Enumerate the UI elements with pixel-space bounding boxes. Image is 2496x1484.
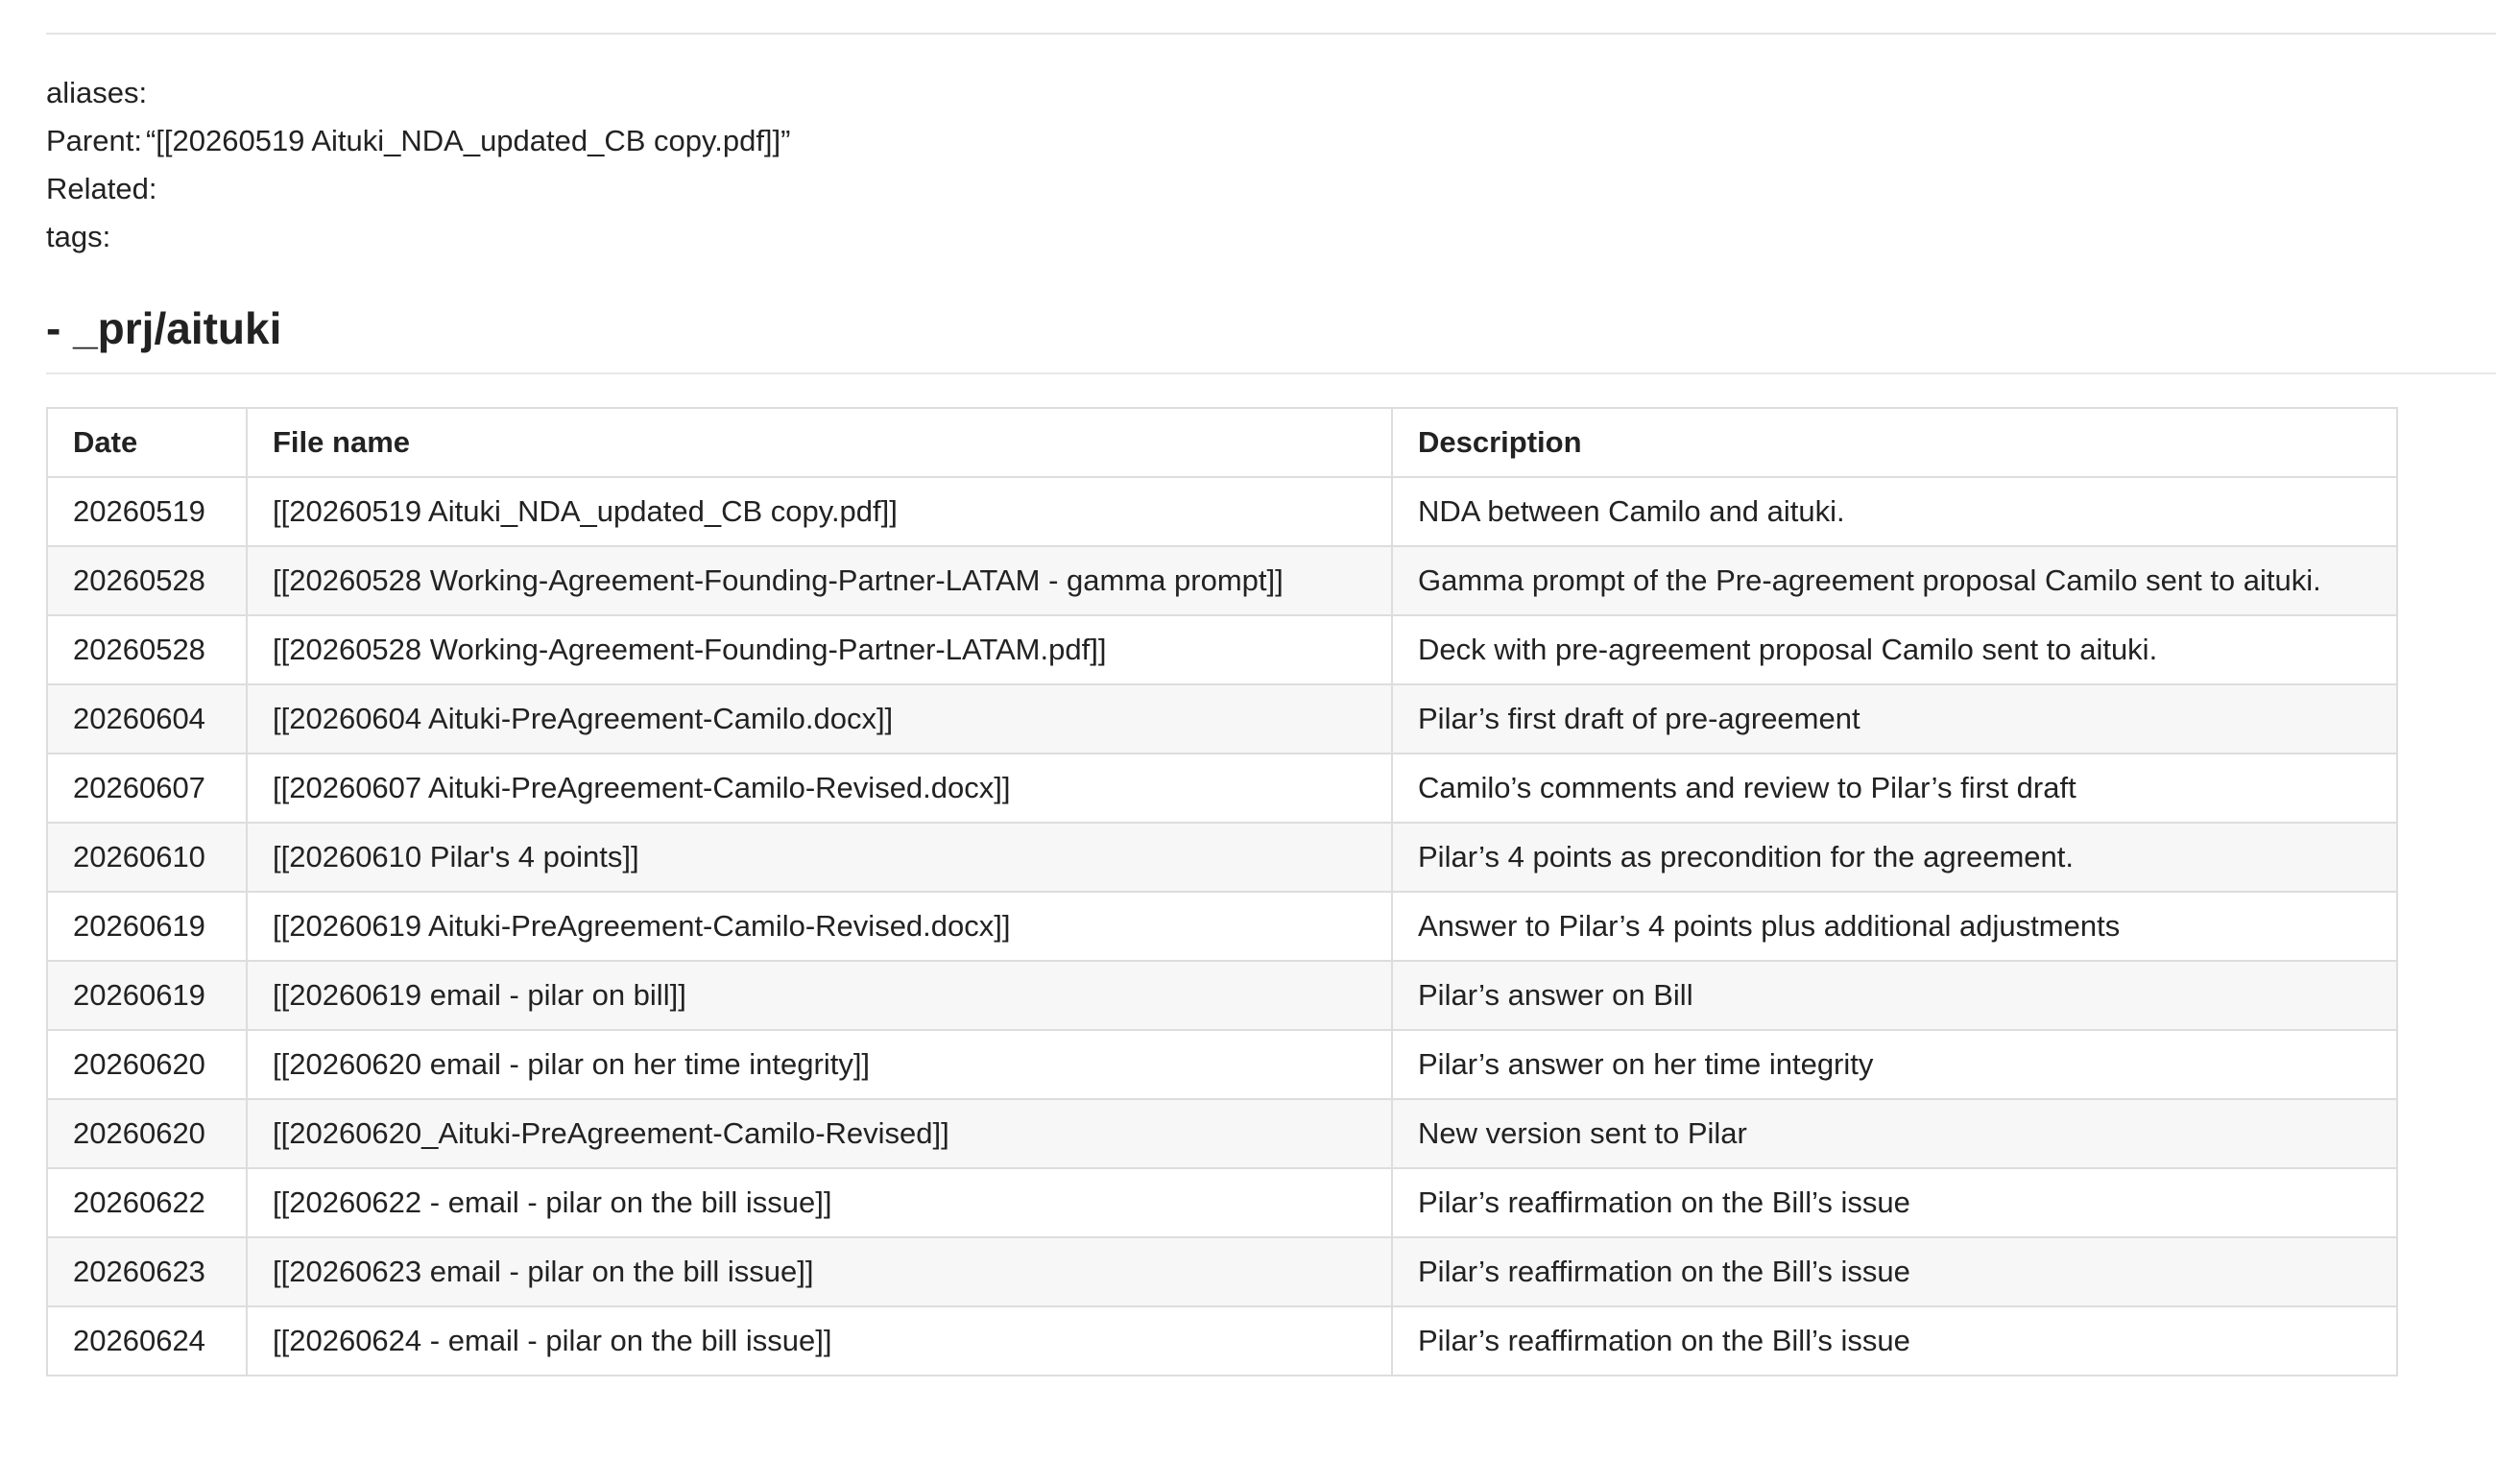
file-name-cell[interactable]: [[20260519 Aituki_NDA_updated_CB copy.pd… bbox=[246, 476, 1393, 547]
property-value: “[[20260519 Aituki_NDA_updated_CB copy.p… bbox=[145, 124, 791, 157]
column-header-date: Date bbox=[46, 407, 248, 478]
table-row: 20260623 [[20260623 email - pilar on the… bbox=[46, 1236, 2398, 1307]
table-row: 20260610 [[20260610 Pilar's 4 points]] P… bbox=[46, 822, 2398, 893]
date-cell: 20260622 bbox=[46, 1167, 248, 1238]
column-header-description: Description bbox=[1391, 407, 2398, 478]
description-cell: NDA between Camilo and aituki. bbox=[1391, 476, 2398, 547]
file-name-cell[interactable]: [[20260619 Aituki-PreAgreement-Camilo-Re… bbox=[246, 891, 1393, 962]
file-name-cell[interactable]: [[20260607 Aituki-PreAgreement-Camilo-Re… bbox=[246, 753, 1393, 824]
table-row: 20260607 [[20260607 Aituki-PreAgreement-… bbox=[46, 753, 2398, 824]
file-name-cell[interactable]: [[20260610 Pilar's 4 points]] bbox=[246, 822, 1393, 893]
table-row: 20260604 [[20260604 Aituki-PreAgreement-… bbox=[46, 683, 2398, 754]
date-cell: 20260619 bbox=[46, 960, 248, 1031]
date-cell: 20260619 bbox=[46, 891, 248, 962]
date-cell: 20260607 bbox=[46, 753, 248, 824]
table-row: 20260622 [[20260622 - email - pilar on t… bbox=[46, 1167, 2398, 1238]
description-cell: Gamma prompt of the Pre-agreement propos… bbox=[1391, 545, 2398, 616]
date-cell: 20260620 bbox=[46, 1029, 248, 1100]
property-parent[interactable]: Parent: “[[20260519 Aituki_NDA_updated_CB… bbox=[46, 117, 790, 165]
date-cell: 20260604 bbox=[46, 683, 248, 754]
date-cell: 20260623 bbox=[46, 1236, 248, 1307]
column-header-file-name: File name bbox=[246, 407, 1393, 478]
file-name-cell[interactable]: [[20260619 email - pilar on bill]] bbox=[246, 960, 1393, 1031]
file-name-cell[interactable]: [[20260620_Aituki-PreAgreement-Camilo-Re… bbox=[246, 1098, 1393, 1169]
date-cell: 20260624 bbox=[46, 1305, 248, 1376]
file-name-cell[interactable]: [[20260622 - email - pilar on the bill i… bbox=[246, 1167, 1393, 1238]
description-cell: Pilar’s 4 points as precondition for the… bbox=[1391, 822, 2398, 893]
file-name-cell[interactable]: [[20260528 Working-Agreement-Founding-Pa… bbox=[246, 614, 1393, 685]
file-name-cell[interactable]: [[20260604 Aituki-PreAgreement-Camilo.do… bbox=[246, 683, 1393, 754]
property-key: aliases: bbox=[46, 76, 148, 109]
file-name-cell[interactable]: [[20260623 email - pilar on the bill iss… bbox=[246, 1236, 1393, 1307]
date-cell: 20260528 bbox=[46, 614, 248, 685]
file-name-cell[interactable]: [[20260528 Working-Agreement-Founding-Pa… bbox=[246, 545, 1393, 616]
description-cell: Deck with pre-agreement proposal Camilo … bbox=[1391, 614, 2398, 685]
table-row: 20260528 [[20260528 Working-Agreement-Fo… bbox=[46, 545, 2398, 616]
table-row: 20260619 [[20260619 Aituki-PreAgreement-… bbox=[46, 891, 2398, 962]
table-row: 20260619 [[20260619 email - pilar on bil… bbox=[46, 960, 2398, 1031]
table-row: 20260624 [[20260624 - email - pilar on t… bbox=[46, 1305, 2398, 1376]
property-tags[interactable]: tags: bbox=[46, 213, 790, 261]
description-cell: Pilar’s answer on Bill bbox=[1391, 960, 2398, 1031]
property-related[interactable]: Related: bbox=[46, 165, 790, 213]
frontmatter-properties: aliases: Parent: “[[20260519 Aituki_NDA_u… bbox=[46, 69, 790, 261]
section-heading: - _prj/aituki bbox=[46, 303, 282, 353]
table-row: 20260528 [[20260528 Working-Agreement-Fo… bbox=[46, 614, 2398, 685]
file-name-cell[interactable]: [[20260624 - email - pilar on the bill i… bbox=[246, 1305, 1393, 1376]
table-header-row: Date File name Description bbox=[46, 407, 2398, 478]
table-row: 20260620 [[20260620 email - pilar on her… bbox=[46, 1029, 2398, 1100]
description-cell: Camilo’s comments and review to Pilar’s … bbox=[1391, 753, 2398, 824]
table-row: 20260620 [[20260620_Aituki-PreAgreement-… bbox=[46, 1098, 2398, 1169]
description-cell: Pilar’s first draft of pre-agreement bbox=[1391, 683, 2398, 754]
description-cell: Answer to Pilar’s 4 points plus addition… bbox=[1391, 891, 2398, 962]
heading-divider bbox=[46, 372, 2496, 374]
date-cell: 20260519 bbox=[46, 476, 248, 547]
date-cell: 20260610 bbox=[46, 822, 248, 893]
description-cell: New version sent to Pilar bbox=[1391, 1098, 2398, 1169]
description-cell: Pilar’s answer on her time integrity bbox=[1391, 1029, 2398, 1100]
description-cell: Pilar’s reaffirmation on the Bill’s issu… bbox=[1391, 1305, 2398, 1376]
property-key: tags: bbox=[46, 220, 111, 253]
date-cell: 20260528 bbox=[46, 545, 248, 616]
property-aliases[interactable]: aliases: bbox=[46, 69, 790, 117]
top-divider bbox=[46, 33, 2496, 35]
property-key: Parent: bbox=[46, 124, 142, 157]
date-cell: 20260620 bbox=[46, 1098, 248, 1169]
files-table: Date File name Description 20260519 [[20… bbox=[46, 407, 2398, 1376]
file-name-cell[interactable]: [[20260620 email - pilar on her time int… bbox=[246, 1029, 1393, 1100]
description-cell: Pilar’s reaffirmation on the Bill’s issu… bbox=[1391, 1236, 2398, 1307]
table-row: 20260519 [[20260519 Aituki_NDA_updated_C… bbox=[46, 476, 2398, 547]
property-key: Related: bbox=[46, 172, 157, 205]
description-cell: Pilar’s reaffirmation on the Bill’s issu… bbox=[1391, 1167, 2398, 1238]
